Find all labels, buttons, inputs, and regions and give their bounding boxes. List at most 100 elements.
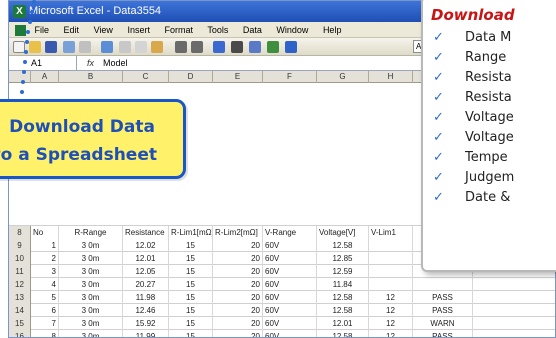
print-preview-icon[interactable] [79,41,91,53]
cut-icon[interactable] [119,41,131,53]
formula-input[interactable]: Model [103,56,128,70]
cell-resistance[interactable]: 12.02 [123,239,169,252]
cell-r-lim1[interactable]: 15 [169,330,213,337]
row-header[interactable]: 13 [9,291,31,304]
row-header[interactable]: 16 [9,330,31,337]
cell-no[interactable]: 3 [31,265,59,278]
header-cell-r-lim2[interactable]: R-Lim2[mΩ] [213,226,263,239]
cell-v-range[interactable]: 60V [263,330,317,337]
cell-resistance[interactable]: 12.46 [123,304,169,317]
column-header-e[interactable]: E [213,71,263,83]
redo-icon[interactable] [191,41,203,53]
cell-v-lim1[interactable] [369,239,413,252]
row-header[interactable]: 10 [9,252,31,265]
cell-voltage[interactable]: 12.01 [317,317,369,330]
save-icon[interactable] [45,41,57,53]
cell-r-lim2[interactable]: 20 [213,265,263,278]
cell-r-lim1[interactable]: 15 [169,252,213,265]
cell-voltage[interactable]: 12.58 [317,330,369,337]
column-header-h[interactable]: H [369,71,413,83]
header-cell-v-lim1[interactable]: V-Lim1 [369,226,413,239]
cell-voltage[interactable]: 11.84 [317,278,369,291]
cell-r-lim1[interactable]: 15 [169,239,213,252]
cell-voltage[interactable]: 12.58 [317,291,369,304]
cell-judgement[interactable]: PASS [413,291,473,304]
cell-r-lim1[interactable]: 15 [169,265,213,278]
cell-voltage[interactable]: 12.58 [317,304,369,317]
cell-r-range[interactable]: 3 0m [59,291,123,304]
cell-r-range[interactable]: 3 0m [59,304,123,317]
menu-edit[interactable]: Edit [64,25,80,35]
column-header-f[interactable]: F [263,71,317,83]
cell-v-lim1[interactable]: 12 [369,330,413,337]
column-header-c[interactable]: C [123,71,169,83]
header-cell-r-range[interactable]: R-Range [59,226,123,239]
row-header[interactable]: 12 [9,278,31,291]
cell-r-lim1[interactable]: 15 [169,304,213,317]
cell-no[interactable]: 1 [31,239,59,252]
cell-r-range[interactable]: 3 0m [59,330,123,337]
cell-v-range[interactable]: 60V [263,265,317,278]
cell-v-lim1[interactable] [369,278,413,291]
cell-resistance[interactable]: 15.92 [123,317,169,330]
chart-wizard-icon[interactable] [267,41,279,53]
row-header[interactable]: 14 [9,304,31,317]
cell-v-lim1[interactable]: 12 [369,304,413,317]
menu-data[interactable]: Data [243,25,262,35]
row-header[interactable]: 11 [9,265,31,278]
cell-judgement[interactable] [413,278,473,291]
cell-resistance[interactable]: 11.98 [123,291,169,304]
row-header[interactable]: 9 [9,239,31,252]
menu-window[interactable]: Window [276,25,308,35]
header-cell-r-lim1[interactable]: R-Lim1[mΩ] [169,226,213,239]
cell-r-lim2[interactable]: 20 [213,239,263,252]
menu-insert[interactable]: Insert [127,25,150,35]
cell-r-range[interactable]: 3 0m [59,278,123,291]
cell-v-range[interactable]: 60V [263,317,317,330]
cell-voltage[interactable]: 12.85 [317,252,369,265]
cell-r-range[interactable]: 3 0m [59,252,123,265]
cell-r-range[interactable]: 3 0m [59,265,123,278]
cell-no[interactable]: 2 [31,252,59,265]
cell-r-lim2[interactable]: 20 [213,304,263,317]
cell-v-range[interactable]: 60V [263,239,317,252]
undo-icon[interactable] [175,41,187,53]
column-header-g[interactable]: G [317,71,369,83]
cell-judgement[interactable]: WARN [413,317,473,330]
cell-r-range[interactable]: 3 0m [59,239,123,252]
paste-icon[interactable] [151,41,163,53]
cell-no[interactable]: 4 [31,278,59,291]
column-header-b[interactable]: B [59,71,123,83]
print-icon[interactable] [63,41,75,53]
header-cell-resistance[interactable]: Resistance [123,226,169,239]
cell-no[interactable]: 7 [31,317,59,330]
cell-voltage[interactable]: 12.59 [317,265,369,278]
row-header[interactable]: 8 [9,226,31,239]
cell-r-lim2[interactable]: 20 [213,278,263,291]
copy-icon[interactable] [135,41,147,53]
row-header[interactable]: 15 [9,317,31,330]
menu-tools[interactable]: Tools [207,25,228,35]
header-cell-voltage[interactable]: Voltage[V] [317,226,369,239]
cell-r-lim2[interactable]: 20 [213,252,263,265]
cell-judgement[interactable]: PASS [413,304,473,317]
cell-v-lim1[interactable]: 12 [369,291,413,304]
cell-resistance[interactable]: 11.99 [123,330,169,337]
spelling-icon[interactable] [101,41,113,53]
sort-icon[interactable] [249,41,261,53]
cell-r-lim2[interactable]: 20 [213,291,263,304]
header-cell-no[interactable]: No [31,226,59,239]
hyperlink-icon[interactable] [213,41,225,53]
column-header-d[interactable]: D [169,71,213,83]
cell-r-lim1[interactable]: 15 [169,291,213,304]
header-cell-v-range[interactable]: V-Range [263,226,317,239]
cell-no[interactable]: 8 [31,330,59,337]
cell-no[interactable]: 5 [31,291,59,304]
cell-v-range[interactable]: 60V [263,291,317,304]
help-icon[interactable] [285,41,297,53]
cell-v-lim1[interactable] [369,252,413,265]
autosum-icon[interactable] [231,41,243,53]
cell-resistance[interactable]: 20.27 [123,278,169,291]
cell-resistance[interactable]: 12.01 [123,252,169,265]
menu-view[interactable]: View [94,25,113,35]
